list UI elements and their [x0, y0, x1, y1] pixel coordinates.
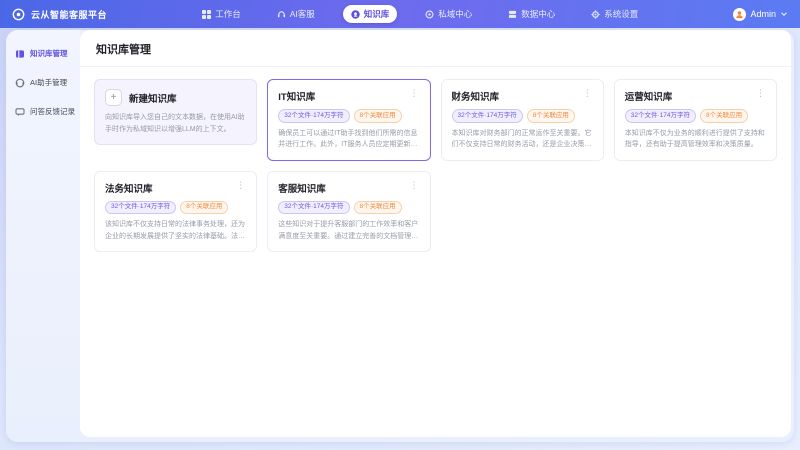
headset-icon — [277, 10, 286, 19]
globe-icon — [425, 10, 434, 19]
files-badge: 32个文件·174万字符 — [278, 201, 349, 215]
nav-item-label: 知识库 — [364, 8, 390, 20]
nav-item-label: 数据中心 — [521, 8, 555, 20]
nav-item-settings[interactable]: 系统设置 — [583, 5, 646, 23]
card-title: 客服知识库 — [278, 181, 326, 195]
user-name: Admin — [750, 9, 776, 19]
card-description: 该知识库不仅支持日常的法律事务处理，还为企业的长期发展提供了坚实的法律基础。法务… — [105, 219, 246, 242]
nav-item-label: AI客服 — [290, 8, 315, 20]
chevron-down-icon — [780, 11, 788, 17]
chat-icon — [15, 107, 25, 117]
kebab-menu-icon[interactable]: ⋮ — [582, 89, 593, 98]
nav-item-label: 私域中心 — [438, 8, 472, 20]
card-title: 财务知识库 — [452, 89, 500, 103]
top-navbar: 云从智能客服平台 工作台 AI客服 知识库 私域中心 — [0, 0, 800, 28]
knowledge-base-grid: + 新建知识库 向知识库导入您自己的文本数据，在使用AI助手时作为私域知识以增强… — [80, 67, 791, 264]
card-finance-knowledge-base[interactable]: 财务知识库 ⋮ 32个文件·174万字符 8个关联应用 本知识库对财务部门的正常… — [441, 79, 604, 161]
book-icon — [15, 49, 25, 59]
database-icon — [508, 10, 517, 19]
nav-item-data-center[interactable]: 数据中心 — [500, 5, 563, 23]
apps-badge: 8个关联应用 — [354, 109, 402, 123]
card-description: 确保员工可以通过IT助手找到他们所需的信息并进行工作。此外，IT服务人员应定期更… — [278, 128, 419, 151]
apps-badge: 8个关联应用 — [180, 201, 228, 215]
kebab-menu-icon[interactable]: ⋮ — [755, 89, 766, 98]
primary-nav: 工作台 AI客服 知识库 私域中心 数据中心 — [194, 5, 646, 23]
card-title: IT知识库 — [278, 89, 315, 103]
apps-badge: 8个关联应用 — [354, 201, 402, 215]
kebab-menu-icon[interactable]: ⋮ — [235, 181, 246, 190]
page-title: 知识库管理 — [96, 41, 775, 57]
files-badge: 32个文件·174万字符 — [278, 109, 349, 123]
user-avatar-icon — [733, 8, 746, 21]
main-panel: 知识库管理 + 新建知识库 向知识库导入您自己的文本数据，在使用AI助手时作为私… — [80, 30, 791, 437]
card-title: 运营知识库 — [625, 89, 673, 103]
card-title: 法务知识库 — [105, 181, 153, 195]
nav-item-workbench[interactable]: 工作台 — [194, 5, 249, 23]
card-description: 这些知识对于提升客服部门的工作效率和客户满意度至关重要。通过建立完善的文档管理系… — [278, 219, 419, 242]
kebab-menu-icon[interactable]: ⋮ — [409, 89, 420, 98]
nav-item-knowledge[interactable]: 知识库 — [343, 5, 398, 23]
card-description: 向知识库导入您自己的文本数据，在使用AI助手时作为私域知识以增强LLM的上下文。 — [105, 112, 246, 135]
card-description: 本知识库不仅为业务的顺利进行提供了支持和指导，还有助于提高管理效率和决策质量。 — [625, 128, 766, 151]
nav-item-label: 系统设置 — [604, 8, 638, 20]
card-description: 本知识库对财务部门的正常运作至关重要。它们不仅支持日常的财务活动，还是企业决策和… — [452, 128, 593, 151]
card-customer-service-knowledge-base[interactable]: 客服知识库 ⋮ 32个文件·174万字符 8个关联应用 这些知识对于提升客服部门… — [267, 171, 430, 253]
headset-icon — [15, 78, 25, 88]
sidebar-item-label: 问答反馈记录 — [30, 106, 75, 117]
apps-badge: 8个关联应用 — [700, 109, 748, 123]
card-operations-knowledge-base[interactable]: 运营知识库 ⋮ 32个文件·174万字符 8个关联应用 本知识库不仅为业务的顺利… — [614, 79, 777, 161]
sidebar-item-label: AI助手管理 — [30, 77, 67, 88]
kebab-menu-icon[interactable]: ⋮ — [409, 181, 420, 190]
user-menu[interactable]: Admin — [733, 8, 788, 21]
grid-icon — [202, 10, 211, 19]
files-badge: 32个文件·174万字符 — [452, 109, 523, 123]
sidebar-item-label: 知识库管理 — [30, 48, 68, 59]
files-badge: 32个文件·174万字符 — [105, 201, 176, 215]
files-badge: 32个文件·174万字符 — [625, 109, 696, 123]
nav-item-label: 工作台 — [215, 8, 241, 20]
app-logo: 云从智能客服平台 — [12, 8, 107, 21]
main-header: 知识库管理 — [80, 30, 791, 67]
sidebar-item-knowledge-management[interactable]: 知识库管理 — [6, 40, 80, 67]
card-it-knowledge-base[interactable]: IT知识库 ⋮ 32个文件·174万字符 8个关联应用 确保员工可以通过IT助手… — [267, 79, 430, 161]
logo-text: 云从智能客服平台 — [31, 8, 107, 21]
plus-icon: + — [105, 89, 122, 106]
nav-item-ai-service[interactable]: AI客服 — [269, 5, 323, 23]
sidebar: 知识库管理 AI助手管理 问答反馈记录 — [6, 30, 80, 442]
new-knowledge-base-card[interactable]: + 新建知识库 向知识库导入您自己的文本数据，在使用AI助手时作为私域知识以增强… — [94, 79, 257, 145]
gear-icon — [591, 10, 600, 19]
nav-item-private-domain[interactable]: 私域中心 — [417, 5, 480, 23]
knowledge-icon — [351, 10, 360, 19]
app-shell: 知识库管理 AI助手管理 问答反馈记录 知识库管理 + 新建知识库 — [6, 30, 794, 442]
logo-icon — [12, 8, 25, 21]
apps-badge: 8个关联应用 — [527, 109, 575, 123]
card-legal-knowledge-base[interactable]: 法务知识库 ⋮ 32个文件·174万字符 8个关联应用 该知识库不仅支持日常的法… — [94, 171, 257, 253]
card-title: 新建知识库 — [129, 91, 177, 105]
sidebar-item-qa-feedback[interactable]: 问答反馈记录 — [6, 98, 80, 125]
sidebar-item-ai-assistant-management[interactable]: AI助手管理 — [6, 69, 80, 96]
